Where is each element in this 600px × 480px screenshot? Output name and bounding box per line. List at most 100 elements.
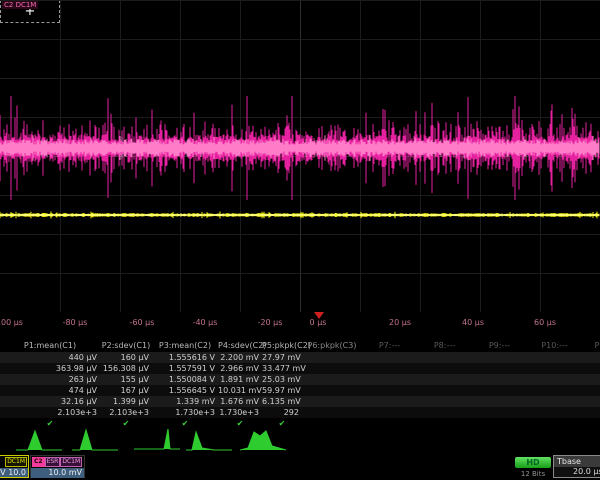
measure-value-cell [527, 352, 582, 363]
measure-value-cell [582, 385, 600, 396]
measure-value-cell [472, 363, 527, 374]
measure-value-cell [527, 374, 582, 385]
measure-value-cell: 363.98 µV [0, 363, 100, 374]
measure-value-cell [302, 385, 362, 396]
measure-param-header[interactable]: P8:--- [417, 340, 472, 352]
measure-value-cell: 1.730e+3 [152, 407, 218, 418]
measure-value-cell: 59.97 mV [262, 385, 302, 396]
waveform-grid: C2 DC1M [0, 0, 600, 312]
hd-bits-label: 12 Bits [515, 470, 551, 478]
histicon-strip [0, 428, 600, 454]
measure-value-cell: 1.550084 V [152, 374, 218, 385]
measure-value-cell [362, 396, 417, 407]
trace-descriptor-label: C2 DC1M [2, 1, 38, 9]
measure-value-cell: 2.200 mV [218, 352, 262, 363]
histicon-thumbnail[interactable] [16, 428, 63, 452]
measure-value-cell [417, 407, 472, 418]
measure-value-cell [472, 396, 527, 407]
measure-value-cell: 167 µV [100, 385, 152, 396]
measure-param-header[interactable]: P2:sdev(C1) [100, 340, 152, 352]
c2-esr-tag: ESR [45, 457, 61, 467]
time-axis: -100 µs-80 µs-60 µs-40 µs-20 µs0 µs20 µs… [0, 312, 600, 338]
measure-param-header[interactable]: P3:mean(C2) [152, 340, 218, 352]
measure-value-cell: 2.966 mV [218, 363, 262, 374]
measure-value-cell: 10.031 mV [218, 385, 262, 396]
timebase-scale-value: 20.0 µs [554, 467, 600, 477]
measure-value-cell: 1.399 µV [100, 396, 152, 407]
histicon-thumbnail[interactable] [240, 428, 287, 452]
axis-tick-label: -20 µs [258, 318, 283, 327]
measure-value-cell: 27.97 mV [262, 352, 302, 363]
hd-mode-badge[interactable]: HD [515, 457, 551, 468]
measure-value-cell [472, 407, 527, 418]
measure-param-header[interactable]: P11 [582, 340, 600, 352]
measure-param-header[interactable]: P5:pkpk(C2) [262, 340, 302, 352]
measure-value-cell: 155 µV [100, 374, 152, 385]
measure-value-cell: 1.557591 V [152, 363, 218, 374]
measure-value-cell: 1.339 mV [152, 396, 218, 407]
measure-value-cell: 156.308 µV [100, 363, 152, 374]
axis-tick-label: -80 µs [63, 318, 88, 327]
timebase-label: Tbase [554, 456, 600, 467]
measure-value-cell [527, 396, 582, 407]
measure-value-cell [417, 374, 472, 385]
measure-value-cell [362, 385, 417, 396]
measure-value-cell [302, 374, 362, 385]
measure-value-cell [302, 396, 362, 407]
measure-value-cell: 1.891 mV [218, 374, 262, 385]
measure-value-cell: 160 µV [100, 352, 152, 363]
measure-value-cell: 1.730e+3 [218, 407, 262, 418]
histicon-thumbnail[interactable] [72, 428, 119, 452]
measure-value-cell: 25.03 mV [262, 374, 302, 385]
histicon-thumbnail[interactable] [134, 428, 181, 452]
measure-param-header[interactable]: P9:--- [472, 340, 527, 352]
measure-value-cell: 6.135 mV [262, 396, 302, 407]
axis-tick-label: 60 µs [534, 318, 556, 327]
measure-value-cell: 2.103e+3 [0, 407, 100, 418]
measure-value-cell: 1.676 mV [218, 396, 262, 407]
measure-value-cell: 1.555616 V [152, 352, 218, 363]
measure-value-cell: 1.556645 V [152, 385, 218, 396]
measure-param-header[interactable]: P7:--- [362, 340, 417, 352]
measure-value-cell [472, 352, 527, 363]
axis-tick-label: -40 µs [193, 318, 218, 327]
c1-scale-value: 10.0 mV [0, 468, 28, 478]
measure-param-header[interactable]: P6:pkpk(C3) [302, 340, 362, 352]
c2-channel-tag: C2 [32, 457, 45, 467]
c2-coupling-tag: DC1M [60, 457, 82, 467]
measure-value-cell [582, 396, 600, 407]
measure-value-cell [527, 363, 582, 374]
timebase-descriptor[interactable]: Tbase 20.0 µs [553, 455, 600, 478]
channel-c2-descriptor[interactable]: C2ESRDC1M 10.0 mV [30, 455, 85, 478]
measure-value-cell [527, 385, 582, 396]
axis-tick-label: 20 µs [389, 318, 411, 327]
measure-value-cell [302, 363, 362, 374]
measure-value-cell [417, 352, 472, 363]
measure-param-header[interactable]: P4:sdev(C2) [218, 340, 262, 352]
c1-coupling-tag: DC1M [5, 457, 27, 467]
measure-value-cell [582, 363, 600, 374]
measure-value-cell: 2.103e+3 [100, 407, 152, 418]
measure-param-header[interactable]: P1:mean(C1) [0, 340, 100, 352]
measure-value-cell: 292 [262, 407, 302, 418]
measure-value-cell [582, 374, 600, 385]
measure-value-cell [582, 352, 600, 363]
measure-value-cell [362, 374, 417, 385]
c2-scale-value: 10.0 mV [31, 468, 84, 478]
measure-value-cell [362, 363, 417, 374]
oscilloscope-screen: { "grid": { "top_left_label": "C2 DC1M" … [0, 0, 600, 480]
measure-value-cell [302, 352, 362, 363]
measure-value-cell [302, 407, 362, 418]
measure-value-cell [362, 407, 417, 418]
axis-tick-label: -100 µs [0, 318, 23, 327]
measure-value-cell [527, 407, 582, 418]
measure-value-cell [417, 363, 472, 374]
measure-value-cell: 474 µV [0, 385, 100, 396]
measure-value-cell: 33.477 mV [262, 363, 302, 374]
axis-tick-label: 40 µs [462, 318, 484, 327]
measurement-table: P1:mean(C1)P2:sdev(C1)P3:mean(C2)P4:sdev… [0, 340, 600, 429]
measure-param-header[interactable]: P10:--- [527, 340, 582, 352]
measure-value-cell: 263 µV [0, 374, 100, 385]
channel-c1-descriptor[interactable]: DC1M 10.0 mV [0, 455, 29, 478]
histicon-thumbnail[interactable] [186, 428, 233, 452]
